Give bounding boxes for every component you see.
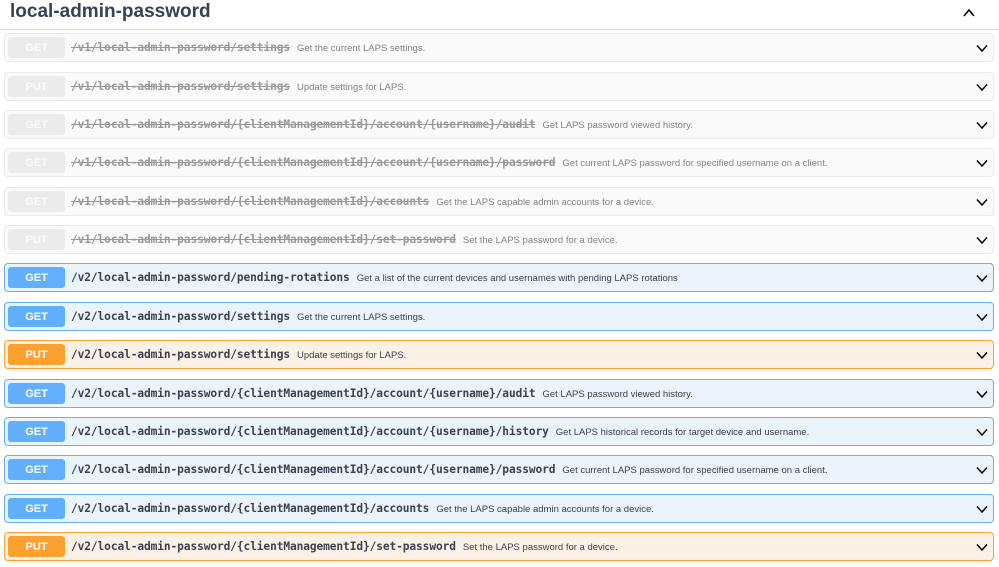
operation-path-group: /v1/local-admin-password/settings Get the…: [71, 41, 425, 54]
operation-path: /v2/local-admin-password/settings: [71, 310, 290, 323]
operation-row[interactable]: GET/v1/local-admin-password/{clientManag…: [4, 148, 994, 177]
method-badge: GET: [8, 37, 65, 58]
operation-row[interactable]: GET/v2/local-admin-password/settings Get …: [4, 302, 994, 331]
method-badge: GET: [8, 152, 65, 173]
operation-row[interactable]: GET/v2/local-admin-password/{clientManag…: [4, 455, 994, 484]
method-badge: GET: [8, 383, 65, 404]
operation-path-group: /v1/local-admin-password/{clientManageme…: [71, 118, 693, 131]
operation-path-group: /v1/local-admin-password/settings Update …: [71, 80, 406, 93]
chevron-down-icon[interactable]: [975, 41, 989, 55]
operation-row[interactable]: GET/v2/local-admin-password/{clientManag…: [4, 494, 994, 523]
operation-summary: Set the LAPS password for a device.: [462, 235, 618, 246]
operation-summary: Update settings for LAPS.: [296, 82, 407, 93]
operation-row[interactable]: PUT/v2/local-admin-password/{clientManag…: [4, 532, 994, 561]
operation-summary: Get the current LAPS settings.: [296, 312, 426, 323]
operation-path-group: /v1/local-admin-password/{clientManageme…: [71, 233, 618, 246]
operation-row[interactable]: GET/v2/local-admin-password/{clientManag…: [4, 379, 994, 408]
operation-path: /v2/local-admin-password/{clientManageme…: [71, 387, 536, 400]
operation-summary: Update settings for LAPS.: [296, 350, 407, 361]
method-badge: GET: [8, 421, 65, 442]
chevron-down-icon[interactable]: [975, 502, 989, 516]
chevron-down-icon[interactable]: [975, 156, 989, 170]
operation-summary: Get the current LAPS settings.: [296, 43, 426, 54]
operation-path-group: /v2/local-admin-password/pending-rotatio…: [71, 271, 678, 284]
operation-path: /v2/local-admin-password/{clientManageme…: [71, 540, 456, 553]
operation-path: /v1/local-admin-password/{clientManageme…: [71, 195, 430, 208]
chevron-down-icon[interactable]: [975, 540, 989, 554]
operation-path: /v2/local-admin-password/pending-rotatio…: [71, 271, 350, 284]
operation-row[interactable]: GET/v2/local-admin-password/{clientManag…: [4, 417, 994, 446]
chevron-down-icon[interactable]: [975, 387, 989, 401]
collapse-section-button[interactable]: [956, 2, 982, 24]
operation-path-group: /v1/local-admin-password/{clientManageme…: [71, 195, 654, 208]
operation-path: /v2/local-admin-password/{clientManageme…: [71, 425, 549, 438]
chevron-down-icon[interactable]: [975, 425, 989, 439]
operation-path: /v1/local-admin-password/settings: [71, 80, 290, 93]
operation-path: /v2/local-admin-password/{clientManageme…: [71, 502, 430, 515]
chevron-down-icon[interactable]: [975, 195, 989, 209]
operation-path: /v2/local-admin-password/{clientManageme…: [71, 463, 556, 476]
operation-summary: Get the LAPS capable admin accounts for …: [436, 504, 654, 515]
section-title: local-admin-password: [10, 1, 211, 22]
method-badge: GET: [8, 267, 65, 288]
operation-summary: Get current LAPS password for specified …: [562, 465, 828, 476]
operation-path: /v1/local-admin-password/{clientManageme…: [71, 233, 456, 246]
chevron-down-icon[interactable]: [975, 348, 989, 362]
operation-path-group: /v2/local-admin-password/settings Get the…: [71, 310, 425, 323]
chevron-down-icon[interactable]: [975, 310, 989, 324]
method-badge: PUT: [8, 229, 65, 250]
operation-summary: Get the LAPS capable admin accounts for …: [436, 197, 654, 208]
method-badge: GET: [8, 306, 65, 327]
chevron-up-icon: [963, 8, 975, 17]
operation-row[interactable]: GET/v1/local-admin-password/settings Get …: [4, 33, 994, 62]
operation-summary: Get current LAPS password for specified …: [562, 158, 828, 169]
operation-path: /v1/local-admin-password/{clientManageme…: [71, 156, 556, 169]
operation-path-group: /v2/local-admin-password/{clientManageme…: [71, 502, 654, 515]
chevron-down-icon[interactable]: [975, 463, 989, 477]
operation-summary: Get LAPS historical records for target d…: [555, 427, 810, 438]
operation-row[interactable]: PUT/v2/local-admin-password/settings Upda…: [4, 340, 994, 369]
operation-summary: Get LAPS password viewed history.: [542, 389, 693, 400]
operation-path-group: /v2/local-admin-password/{clientManageme…: [71, 463, 827, 476]
operation-path-group: /v2/local-admin-password/settings Update …: [71, 348, 406, 361]
operation-path: /v1/local-admin-password/settings: [71, 41, 290, 54]
operation-summary: Get a list of the current devices and us…: [356, 273, 678, 284]
chevron-down-icon[interactable]: [975, 80, 989, 94]
method-badge: GET: [8, 498, 65, 519]
operation-row[interactable]: GET/v1/local-admin-password/{clientManag…: [4, 110, 994, 139]
chevron-down-icon[interactable]: [975, 271, 989, 285]
method-badge: GET: [8, 191, 65, 212]
operation-path: /v1/local-admin-password/{clientManageme…: [71, 118, 536, 131]
method-badge: PUT: [8, 536, 65, 557]
chevron-down-icon[interactable]: [975, 233, 989, 247]
operation-path-group: /v2/local-admin-password/{clientManageme…: [71, 387, 693, 400]
operation-summary: Set the LAPS password for a device.: [462, 542, 618, 553]
section-header[interactable]: local-admin-password: [0, 0, 999, 30]
operation-path-group: /v2/local-admin-password/{clientManageme…: [71, 425, 809, 438]
operation-summary: Get LAPS password viewed history.: [542, 120, 693, 131]
operation-row[interactable]: PUT/v1/local-admin-password/settings Upda…: [4, 72, 994, 101]
method-badge: GET: [8, 114, 65, 135]
operation-path: /v2/local-admin-password/settings: [71, 348, 290, 361]
operation-row[interactable]: PUT/v1/local-admin-password/{clientManag…: [4, 225, 994, 254]
operation-path-group: /v1/local-admin-password/{clientManageme…: [71, 156, 827, 169]
operation-row[interactable]: GET/v2/local-admin-password/pending-rota…: [4, 263, 994, 292]
method-badge: PUT: [8, 344, 65, 365]
operation-path-group: /v2/local-admin-password/{clientManageme…: [71, 540, 618, 553]
operation-row[interactable]: GET/v1/local-admin-password/{clientManag…: [4, 187, 994, 216]
method-badge: GET: [8, 459, 65, 480]
chevron-down-icon[interactable]: [975, 118, 989, 132]
method-badge: PUT: [8, 76, 65, 97]
